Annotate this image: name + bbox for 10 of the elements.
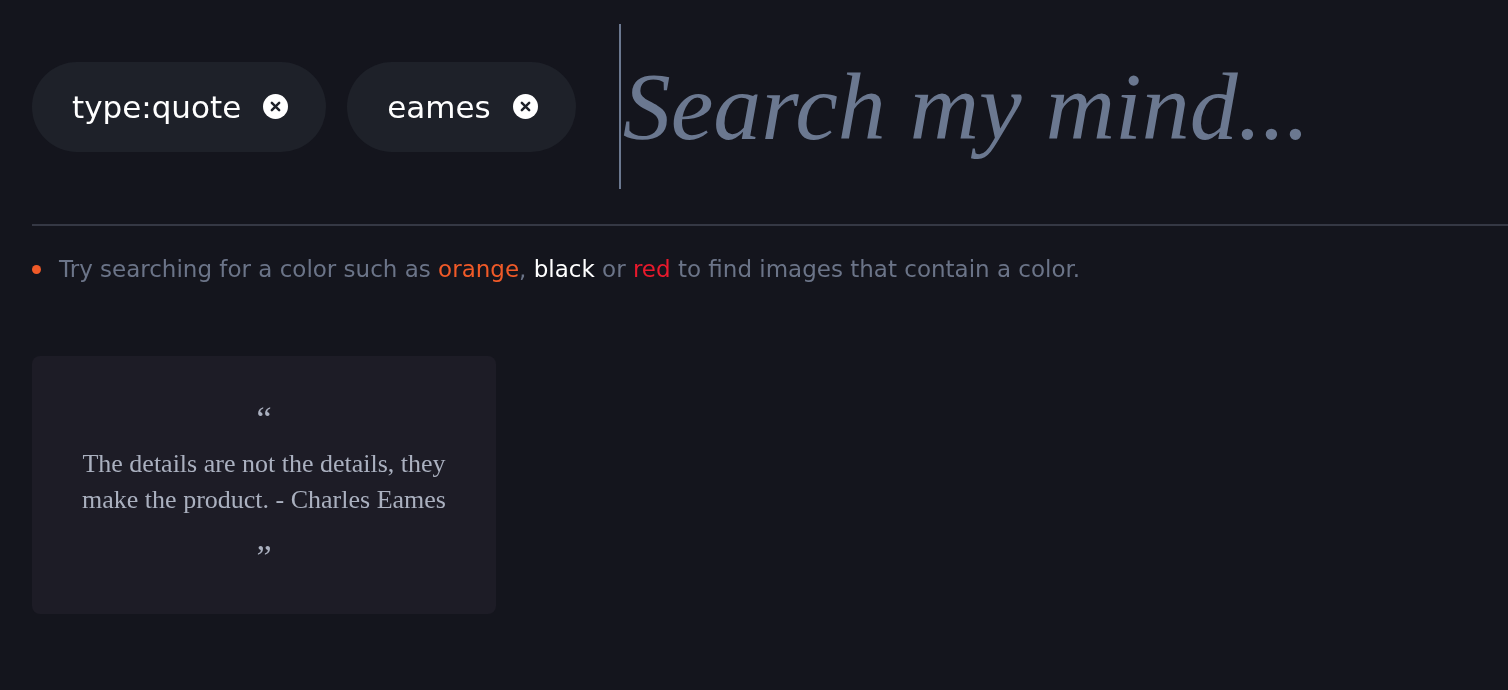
close-icon[interactable] (263, 94, 289, 119)
bullet-icon (32, 264, 41, 274)
search-field[interactable]: Search my mind... (618, 24, 1508, 189)
quote-text: The details are not the details, they make the product. - Charles Eames (81, 448, 447, 516)
hint-text: Try searching for a color such as orange, black or red to find images that contain a color. (59, 256, 1081, 282)
close-icon[interactable] (512, 94, 538, 119)
open-quote-mark: “ (256, 402, 272, 430)
close-quote-mark: ” (256, 540, 272, 568)
filter-chip[interactable]: type:quote (32, 61, 327, 152)
filter-chip[interactable]: eames (347, 61, 576, 152)
